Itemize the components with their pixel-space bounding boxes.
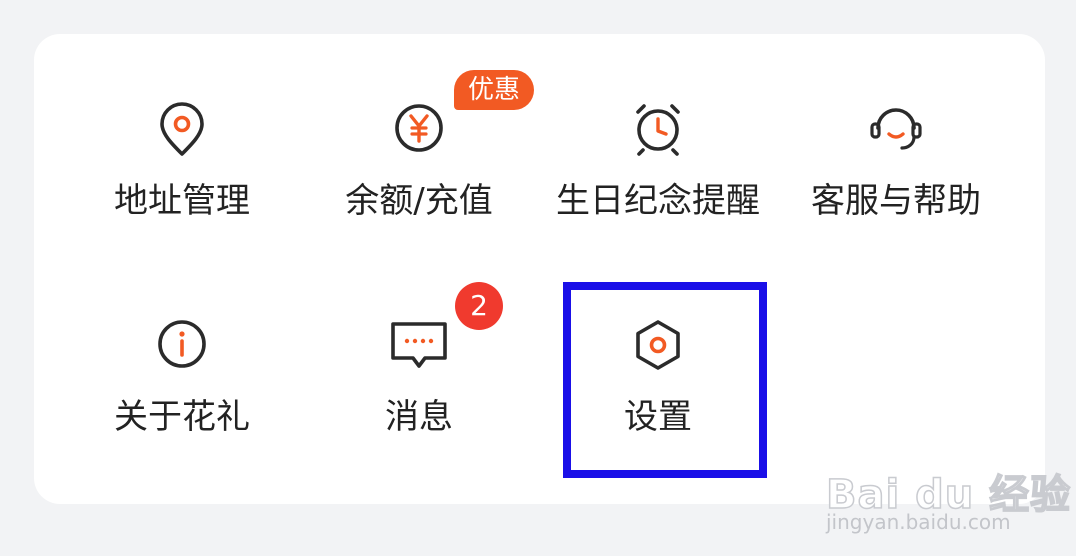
menu-item-birthday-reminder[interactable]: 生日纪念提醒 [543, 98, 773, 278]
menu-item-label: 消息 [385, 397, 453, 437]
info-icon [150, 314, 214, 378]
headset-icon [864, 98, 928, 162]
promo-badge: 优惠 [454, 70, 535, 110]
menu-item-settings[interactable]: 设置 [543, 314, 773, 494]
unread-count-badge: 2 [455, 282, 503, 330]
menu-item-label: 地址管理 [114, 181, 250, 221]
hexagon-settings-icon [626, 314, 690, 378]
location-pin-icon [150, 98, 214, 162]
menu-item-about[interactable]: 关于花礼 [67, 314, 297, 494]
menu-item-label: 生日纪念提醒 [556, 181, 760, 221]
menu-item-messages[interactable]: 消息 [304, 314, 534, 494]
yen-coin-icon [387, 98, 451, 162]
menu-item-label: 设置 [624, 397, 692, 437]
menu-item-balance[interactable]: 余额/充值 [304, 98, 534, 278]
menu-item-label: 余额/充值 [345, 181, 493, 221]
message-bubble-icon [387, 314, 451, 378]
menu-item-label: 客服与帮助 [811, 181, 981, 221]
alarm-clock-icon [626, 98, 690, 162]
menu-item-label: 关于花礼 [114, 397, 250, 437]
menu-item-address[interactable]: 地址管理 [67, 98, 297, 278]
menu-item-customer-service[interactable]: 客服与帮助 [781, 98, 1011, 278]
watermark-url: jingyan.baidu.com [826, 510, 1011, 534]
